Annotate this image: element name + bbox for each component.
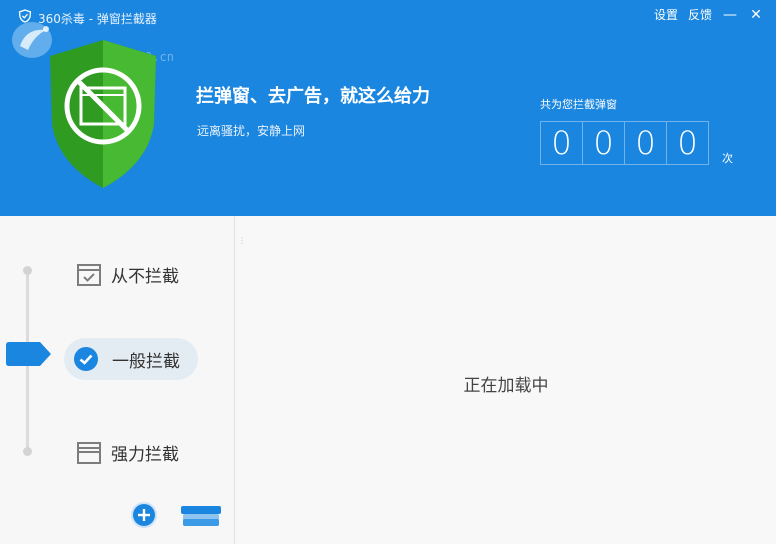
counter-unit: 次 <box>722 152 733 165</box>
corner-mark: ⋮ <box>238 236 246 245</box>
mode-sidebar: 从不拦截 一般拦截 强力拦截 <box>0 216 235 544</box>
mode-never-label: 从不拦截 <box>111 267 179 287</box>
slider-stop-never[interactable] <box>23 266 32 275</box>
tray-icon[interactable] <box>180 504 222 528</box>
title-bar: 360杀毒 - 弹窗拦截器 www.pc0359.cn 设置 反馈 — ✕ <box>0 0 776 64</box>
plus-circle-icon[interactable] <box>131 502 157 528</box>
mode-never-block[interactable]: 从不拦截 <box>77 262 179 287</box>
slider-handle[interactable] <box>6 342 51 366</box>
counter-label: 共为您拦截弹窗 <box>540 98 617 111</box>
minimize-button[interactable]: — <box>722 7 738 23</box>
close-button[interactable]: ✕ <box>748 7 764 23</box>
counter-digit: 0 <box>541 122 583 164</box>
loading-status: 正在加载中 <box>463 376 549 396</box>
main-content: ⋮ 正在加载中 <box>236 216 776 544</box>
mode-normal-block[interactable]: 一般拦截 <box>64 338 198 380</box>
window-icon <box>77 441 101 464</box>
slogan-heading: 拦弹窗、去广告，就这么给力 <box>196 86 430 107</box>
settings-link[interactable]: 设置 <box>654 6 678 23</box>
counter-digit: 0 <box>677 124 698 162</box>
header-banner: 360杀毒 - 弹窗拦截器 www.pc0359.cn 设置 反馈 — ✕ 拦弹… <box>0 0 776 216</box>
counter-digit: 0 <box>625 122 667 164</box>
checked-window-icon <box>77 263 101 286</box>
mode-strong-block[interactable]: 强力拦截 <box>77 440 179 465</box>
mode-strong-label: 强力拦截 <box>111 445 179 465</box>
feedback-link[interactable]: 反馈 <box>688 6 712 23</box>
mode-normal-label: 一般拦截 <box>112 351 180 372</box>
slider-stop-strong[interactable] <box>23 447 32 456</box>
blocked-count-counter: 0 0 0 0 <box>540 121 709 165</box>
window-controls: 设置 反馈 — ✕ <box>654 6 764 23</box>
counter-digit: 0 <box>583 122 625 164</box>
checkmark-circle-icon <box>74 347 98 371</box>
slogan-subtitle: 远离骚扰，安静上网 <box>197 124 306 138</box>
blocked-window-shield-icon <box>50 40 156 188</box>
